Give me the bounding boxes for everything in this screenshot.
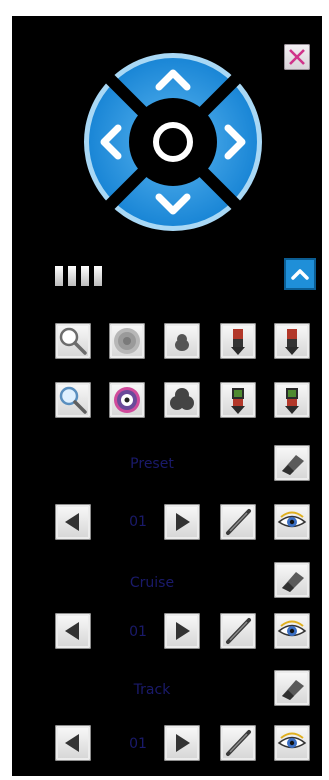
section-edit-button[interactable]: [274, 445, 310, 481]
chevron-down-icon: [155, 193, 191, 215]
pen-icon: [226, 509, 251, 535]
speed-segment: [81, 266, 89, 286]
next-track-button[interactable]: [164, 725, 200, 761]
focus-in-icon: [114, 387, 140, 413]
iris-open-button[interactable]: [164, 382, 200, 418]
call-preset-button[interactable]: [274, 504, 310, 540]
triangle-right-icon: [176, 513, 190, 531]
speed-segment: [68, 266, 76, 286]
zoom-out-button[interactable]: [55, 323, 91, 359]
section-label-cruise: Cruise: [129, 575, 175, 591]
chevron-up-icon: [291, 269, 309, 280]
pen-icon: [226, 730, 251, 756]
preset-up-button[interactable]: [274, 382, 310, 418]
triangle-left-icon: [65, 734, 79, 752]
eye-icon: [277, 732, 307, 749]
preset-value: 01: [129, 514, 147, 530]
focus-out-icon: [114, 328, 140, 354]
ptz-center-button[interactable]: [145, 114, 201, 170]
ptz-direction-pad: [82, 51, 264, 233]
chevron-left-icon: [100, 124, 122, 160]
next-preset-button[interactable]: [164, 504, 200, 540]
eye-icon: [277, 511, 307, 528]
ptz-left-button[interactable]: [84, 114, 140, 170]
triangle-left-icon: [65, 513, 79, 531]
eraser-icon: [282, 455, 304, 475]
preset-down-icon: [231, 329, 245, 355]
section-label-track: Track: [133, 682, 171, 698]
triangle-right-icon: [176, 622, 190, 640]
section-edit-button[interactable]: [274, 670, 310, 706]
close-button[interactable]: [284, 44, 310, 70]
close-x-icon: [289, 49, 305, 65]
ring-icon: [153, 122, 193, 162]
call-cruise-button[interactable]: [274, 613, 310, 649]
ptz-up-button[interactable]: [145, 53, 201, 109]
preset-down-button[interactable]: [274, 323, 310, 359]
speed-segment: [94, 266, 102, 286]
eye-icon: [277, 620, 307, 637]
set-preset-button[interactable]: [220, 504, 256, 540]
ptz-right-button[interactable]: [206, 114, 262, 170]
preset-up-icon: [231, 388, 245, 414]
focus-in-button[interactable]: [109, 382, 145, 418]
call-track-button[interactable]: [274, 725, 310, 761]
eraser-icon: [282, 572, 304, 592]
section-edit-button[interactable]: [274, 562, 310, 598]
ptz-control-panel: Preset 01 Cruise 01 Track 01: [12, 16, 322, 776]
iris-close-icon: [175, 334, 189, 351]
set-track-button[interactable]: [220, 725, 256, 761]
pen-icon: [226, 618, 251, 644]
collapse-panel-button[interactable]: [284, 258, 316, 290]
zoom-in-icon: [59, 386, 87, 414]
ptz-down-button[interactable]: [145, 175, 201, 231]
preset-up-icon: [285, 388, 299, 414]
triangle-right-icon: [176, 734, 190, 752]
iris-close-button[interactable]: [164, 323, 200, 359]
cruise-value: 01: [129, 624, 147, 640]
prev-preset-button[interactable]: [55, 504, 91, 540]
section-label-preset: Preset: [130, 456, 174, 472]
next-cruise-button[interactable]: [164, 613, 200, 649]
zoom-out-icon: [59, 327, 87, 355]
preset-up-button[interactable]: [220, 382, 256, 418]
speed-level-indicator[interactable]: [55, 266, 102, 286]
iris-open-icon: [170, 388, 194, 410]
set-cruise-button[interactable]: [220, 613, 256, 649]
track-value: 01: [129, 736, 147, 752]
triangle-left-icon: [65, 622, 79, 640]
preset-down-button[interactable]: [220, 323, 256, 359]
focus-out-button[interactable]: [109, 323, 145, 359]
eraser-icon: [282, 680, 304, 700]
zoom-in-button[interactable]: [55, 382, 91, 418]
preset-down-icon: [285, 329, 299, 355]
chevron-right-icon: [224, 124, 246, 160]
chevron-up-icon: [155, 69, 191, 91]
prev-cruise-button[interactable]: [55, 613, 91, 649]
prev-track-button[interactable]: [55, 725, 91, 761]
speed-segment: [55, 266, 63, 286]
